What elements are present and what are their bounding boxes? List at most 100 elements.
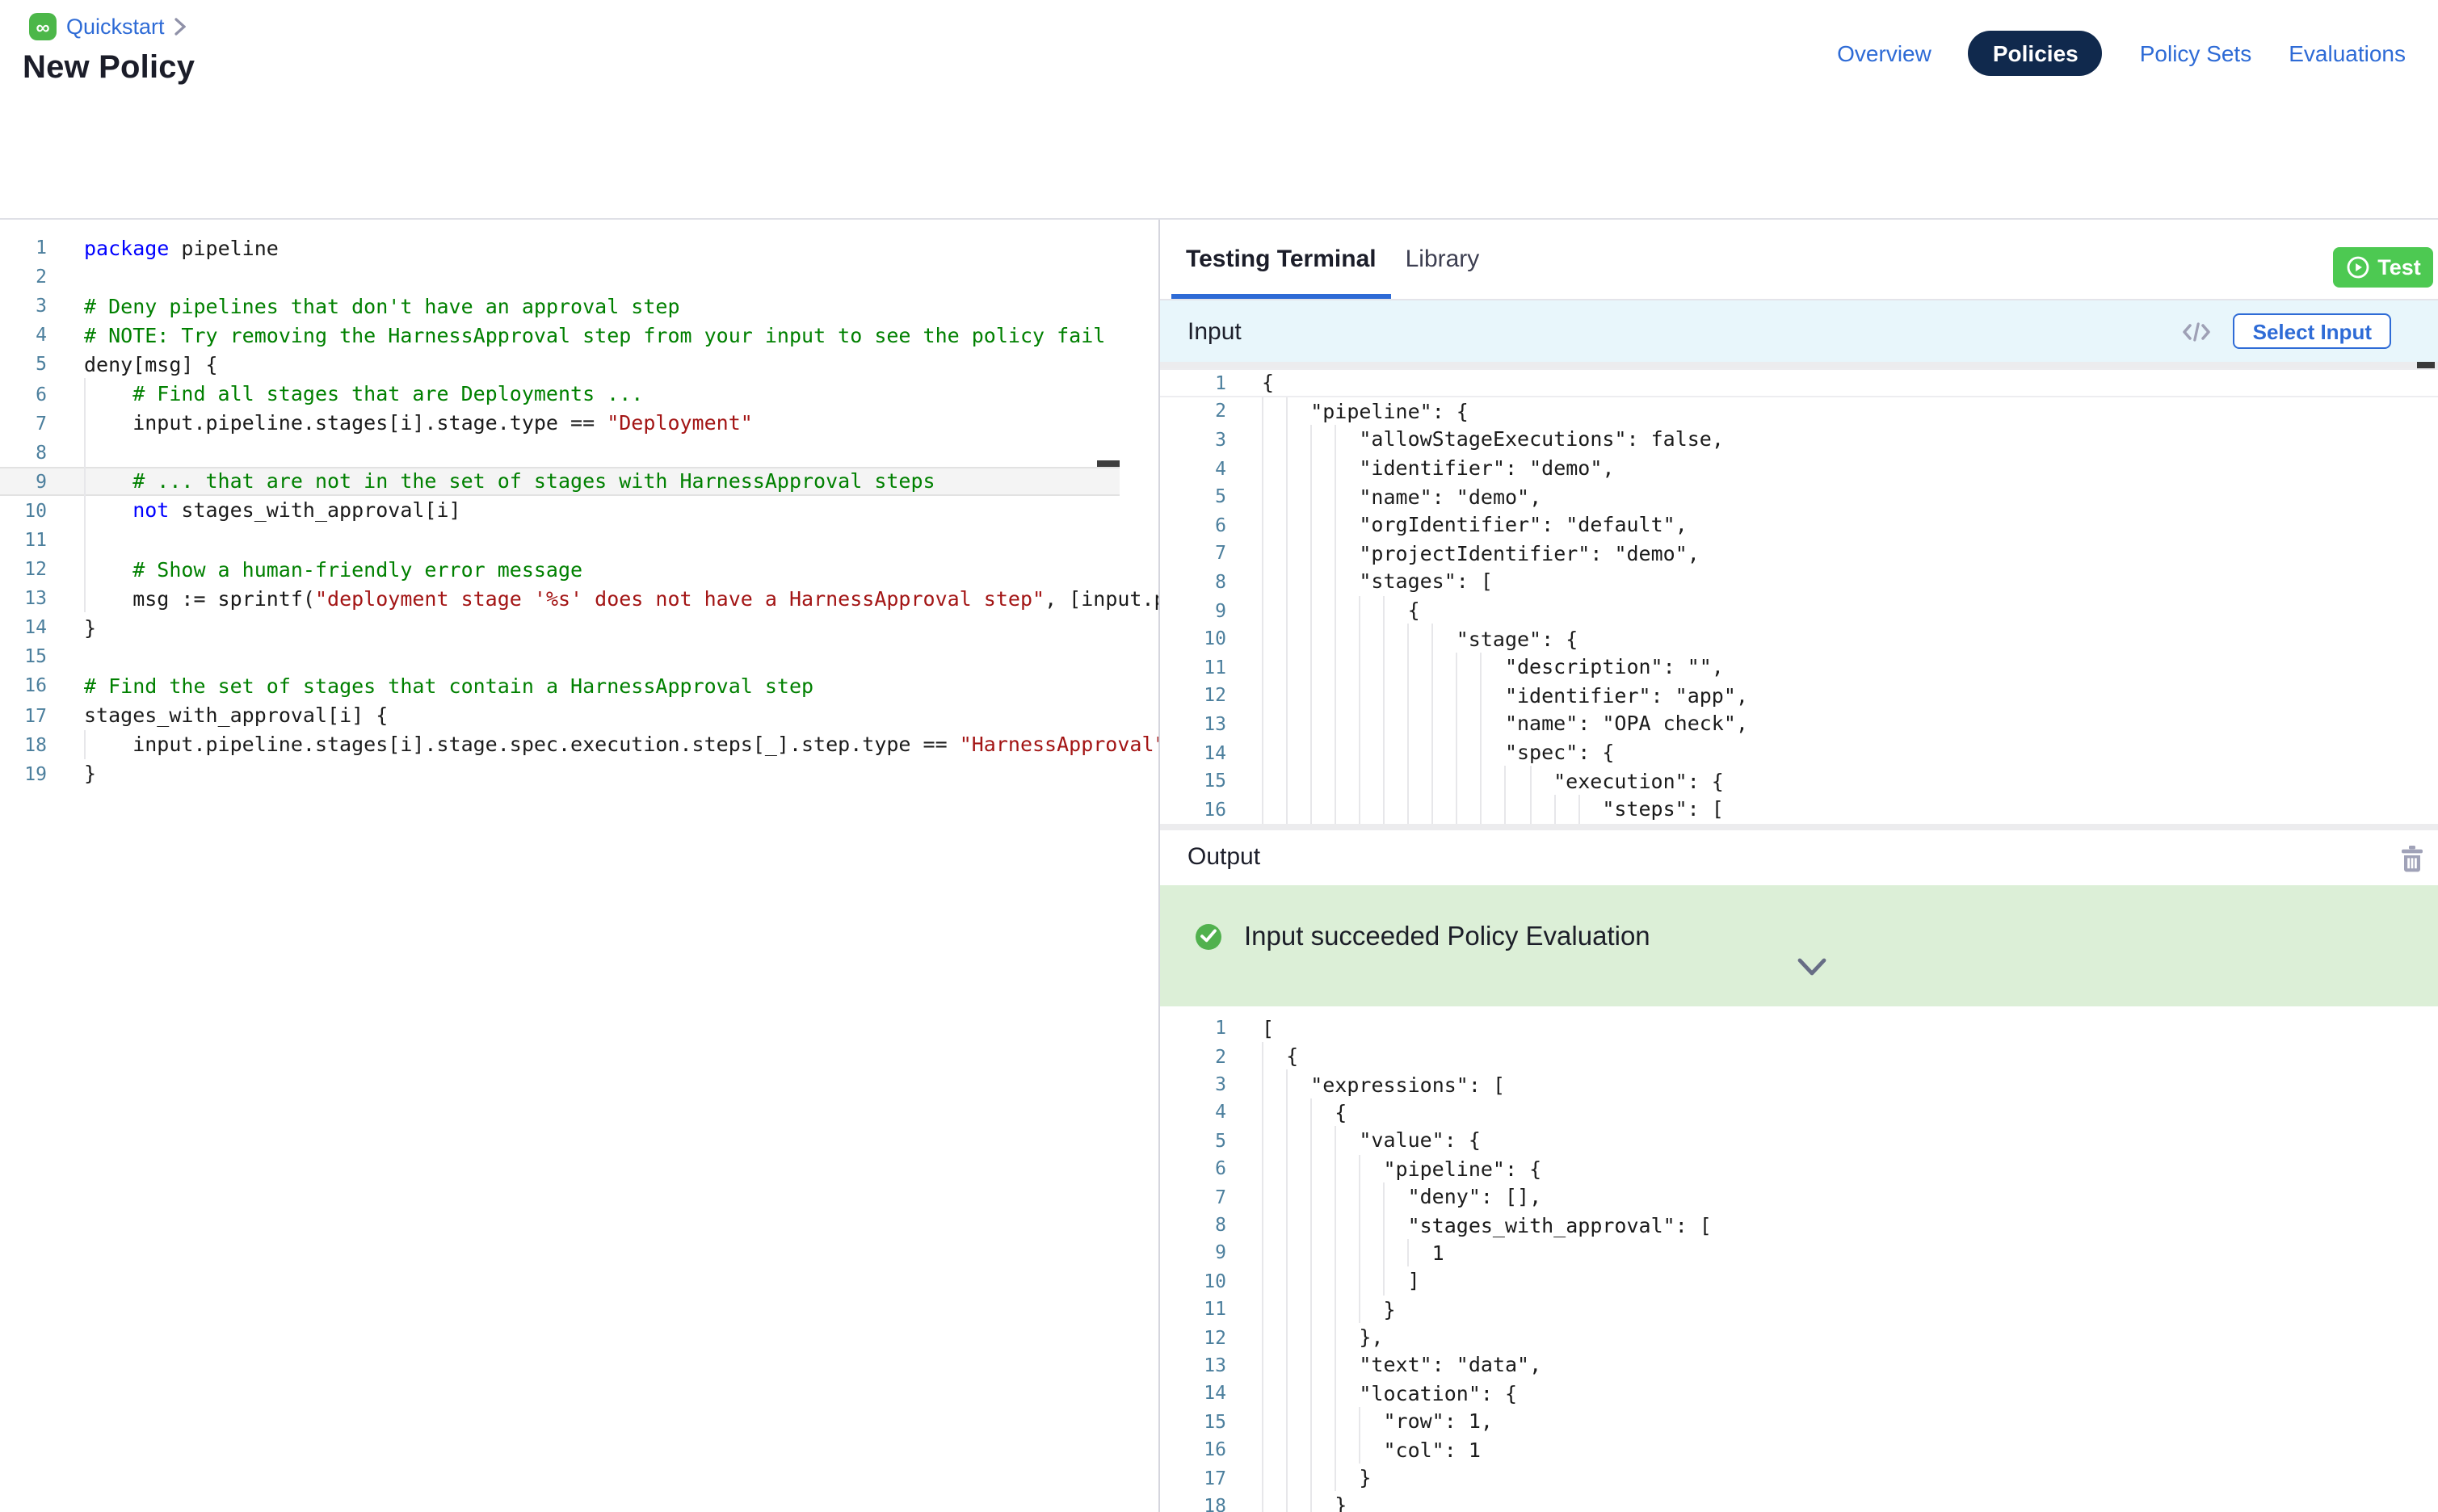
code-token: "value": {: [1359, 1126, 1481, 1154]
code-line-9[interactable]: 9{: [1160, 596, 2438, 624]
code-line-4[interactable]: 4"identifier": "demo",: [1160, 454, 2438, 482]
indent-guide: [1408, 737, 1432, 766]
code-line-13[interactable]: 13"name": "OPA check",: [1160, 709, 2438, 737]
code-line-18[interactable]: 18}: [1160, 1491, 2438, 1512]
code-line-16[interactable]: 16# Find the set of stages that contain …: [0, 671, 1158, 700]
evaluation-success-banner[interactable]: Input succeeded Policy Evaluation: [1160, 884, 2438, 1006]
chevron-down-icon[interactable]: [1796, 957, 1826, 976]
code-line-15[interactable]: 15"execution": {: [1160, 766, 2438, 795]
indent-guide: [1359, 766, 1383, 795]
code-line-3[interactable]: 3"allowStageExecutions": false,: [1160, 425, 2438, 453]
code-line-4[interactable]: 4# NOTE: Try removing the HarnessApprova…: [0, 321, 1158, 350]
line-number: 12: [1160, 1325, 1226, 1348]
code-line-17[interactable]: 17}: [1160, 1464, 2438, 1492]
code-line-11[interactable]: 11"description": "",: [1160, 653, 2438, 681]
tab-testing-terminal[interactable]: Testing Terminal: [1171, 246, 1391, 299]
code-line-8[interactable]: 8"stages": [: [1160, 567, 2438, 595]
code-line-19[interactable]: 19}: [0, 758, 1158, 788]
input-splitter[interactable]: [1160, 362, 2438, 368]
code-line-12[interactable]: 12# Show a human-friendly error message: [0, 554, 1158, 583]
code-line-11[interactable]: 11: [0, 525, 1158, 554]
indent-guide: [1286, 567, 1310, 595]
indent-guide: [1481, 653, 1505, 681]
code-line-7[interactable]: 7input.pipeline.stages[i].stage.type == …: [0, 408, 1158, 437]
code-line-13[interactable]: 13"text": "data",: [1160, 1351, 2438, 1380]
line-number: 5: [0, 353, 47, 376]
code-line-14[interactable]: 14"spec": {: [1160, 737, 2438, 766]
code-line-5[interactable]: 5"name": "demo",: [1160, 482, 2438, 510]
code-token: "Deployment": [607, 408, 753, 437]
indent-guide: [1310, 425, 1335, 453]
tab-overview[interactable]: Overview: [1837, 40, 1931, 65]
line-number: 8: [1160, 570, 1226, 593]
select-input-button[interactable]: Select Input: [2234, 313, 2391, 349]
tab-library[interactable]: Library: [1391, 246, 1494, 299]
code-line-5[interactable]: 5deny[msg] {: [0, 350, 1158, 379]
indent-guide: [1286, 681, 1310, 709]
code-line-5[interactable]: 5"value": {: [1160, 1126, 2438, 1154]
code-line-13[interactable]: 13msg := sprintf("deployment stage '%s' …: [0, 583, 1158, 612]
indent-guide: [1310, 1351, 1335, 1380]
indent-guide: [1408, 766, 1432, 795]
output-splitter[interactable]: [1160, 823, 2438, 830]
code-line-14[interactable]: 14"location": {: [1160, 1379, 2438, 1407]
code-line-12[interactable]: 12},: [1160, 1323, 2438, 1351]
code-line-6[interactable]: 6"orgIdentifier": "default",: [1160, 510, 2438, 539]
code-line-10[interactable]: 10]: [1160, 1266, 2438, 1295]
code-line-11[interactable]: 11}: [1160, 1295, 2438, 1323]
code-token: # NOTE: Try removing the HarnessApproval…: [84, 321, 1105, 350]
code-line-1[interactable]: 1package pipeline: [0, 233, 1158, 262]
code-line-8[interactable]: 8"stages_with_approval": [: [1160, 1211, 2438, 1239]
code-token: "spec": {: [1505, 737, 1614, 766]
code-line-16[interactable]: 16"col": 1: [1160, 1435, 2438, 1464]
code-token: "identifier": "app",: [1505, 681, 1748, 709]
indent-guide: [1359, 737, 1383, 766]
line-number: 11: [0, 528, 47, 551]
code-line-9[interactable]: 9# ... that are not in the set of stages…: [0, 467, 1120, 496]
breadcrumb-project-link[interactable]: Quickstart: [66, 15, 165, 39]
code-line-15[interactable]: 15"row": 1,: [1160, 1407, 2438, 1435]
tab-evaluations[interactable]: Evaluations: [2289, 40, 2406, 65]
code-line-9[interactable]: 91: [1160, 1238, 2438, 1266]
code-line-2[interactable]: 2{: [1160, 1042, 2438, 1070]
code-line-10[interactable]: 10"stage": {: [1160, 624, 2438, 653]
code-line-7[interactable]: 7"deny": [],: [1160, 1182, 2438, 1211]
code-line-17[interactable]: 17stages_with_approval[i] {: [0, 700, 1158, 729]
code-line-15[interactable]: 15: [0, 642, 1158, 671]
code-line-16[interactable]: 16"steps": [: [1160, 795, 2438, 823]
line-number: 17: [0, 704, 47, 726]
code-line-3[interactable]: 3# Deny pipelines that don't have an app…: [0, 291, 1158, 320]
code-line-8[interactable]: 8: [0, 437, 1158, 466]
input-json-editor[interactable]: 1{2"pipeline": {3"allowStageExecutions":…: [1160, 368, 2438, 823]
code-line-6[interactable]: 6"pipeline": {: [1160, 1154, 2438, 1182]
indent-guide: [1335, 454, 1359, 482]
indent-guide: [1286, 709, 1310, 737]
code-line-3[interactable]: 3"expressions": [: [1160, 1070, 2438, 1098]
code-line-1[interactable]: 1{: [1160, 368, 2438, 397]
code-token: # Find the set of stages that contain a …: [84, 671, 813, 700]
code-line-6[interactable]: 6# Find all stages that are Deployments …: [0, 379, 1158, 408]
policy-code-editor[interactable]: 1package pipeline23# Deny pipelines that…: [0, 220, 1160, 1512]
tab-policy-sets[interactable]: Policy Sets: [2140, 40, 2252, 65]
test-button[interactable]: Test: [2333, 247, 2433, 288]
code-line-4[interactable]: 4{: [1160, 1098, 2438, 1127]
code-line-10[interactable]: 10not stages_with_approval[i]: [0, 496, 1158, 525]
module-nav: Overview Policies Policy Sets Evaluation…: [1837, 31, 2406, 74]
code-line-7[interactable]: 7"projectIdentifier": "demo",: [1160, 539, 2438, 567]
output-json-editor[interactable]: 1[2{3"expressions": [4{5"value": {6"pipe…: [1160, 1006, 2438, 1512]
code-line-12[interactable]: 12"identifier": "app",: [1160, 681, 2438, 709]
code-line-1[interactable]: 1[: [1160, 1014, 2438, 1042]
code-token: "steps": [: [1602, 795, 1724, 823]
tab-policies[interactable]: Policies: [1969, 30, 2103, 75]
line-number: 18: [1160, 1494, 1226, 1512]
indent-guide: [1432, 681, 1456, 709]
line-number: 18: [0, 733, 47, 755]
trash-icon[interactable]: [2399, 844, 2425, 872]
indent-guide: [1408, 624, 1432, 653]
code-line-2[interactable]: 2"pipeline": {: [1160, 397, 2438, 425]
code-view-icon[interactable]: [2183, 320, 2210, 344]
code-line-2[interactable]: 2: [0, 262, 1158, 291]
code-line-18[interactable]: 18input.pipeline.stages[i].stage.spec.ex…: [0, 729, 1158, 758]
indent-guide: [1432, 624, 1456, 653]
code-line-14[interactable]: 14}: [0, 612, 1158, 641]
